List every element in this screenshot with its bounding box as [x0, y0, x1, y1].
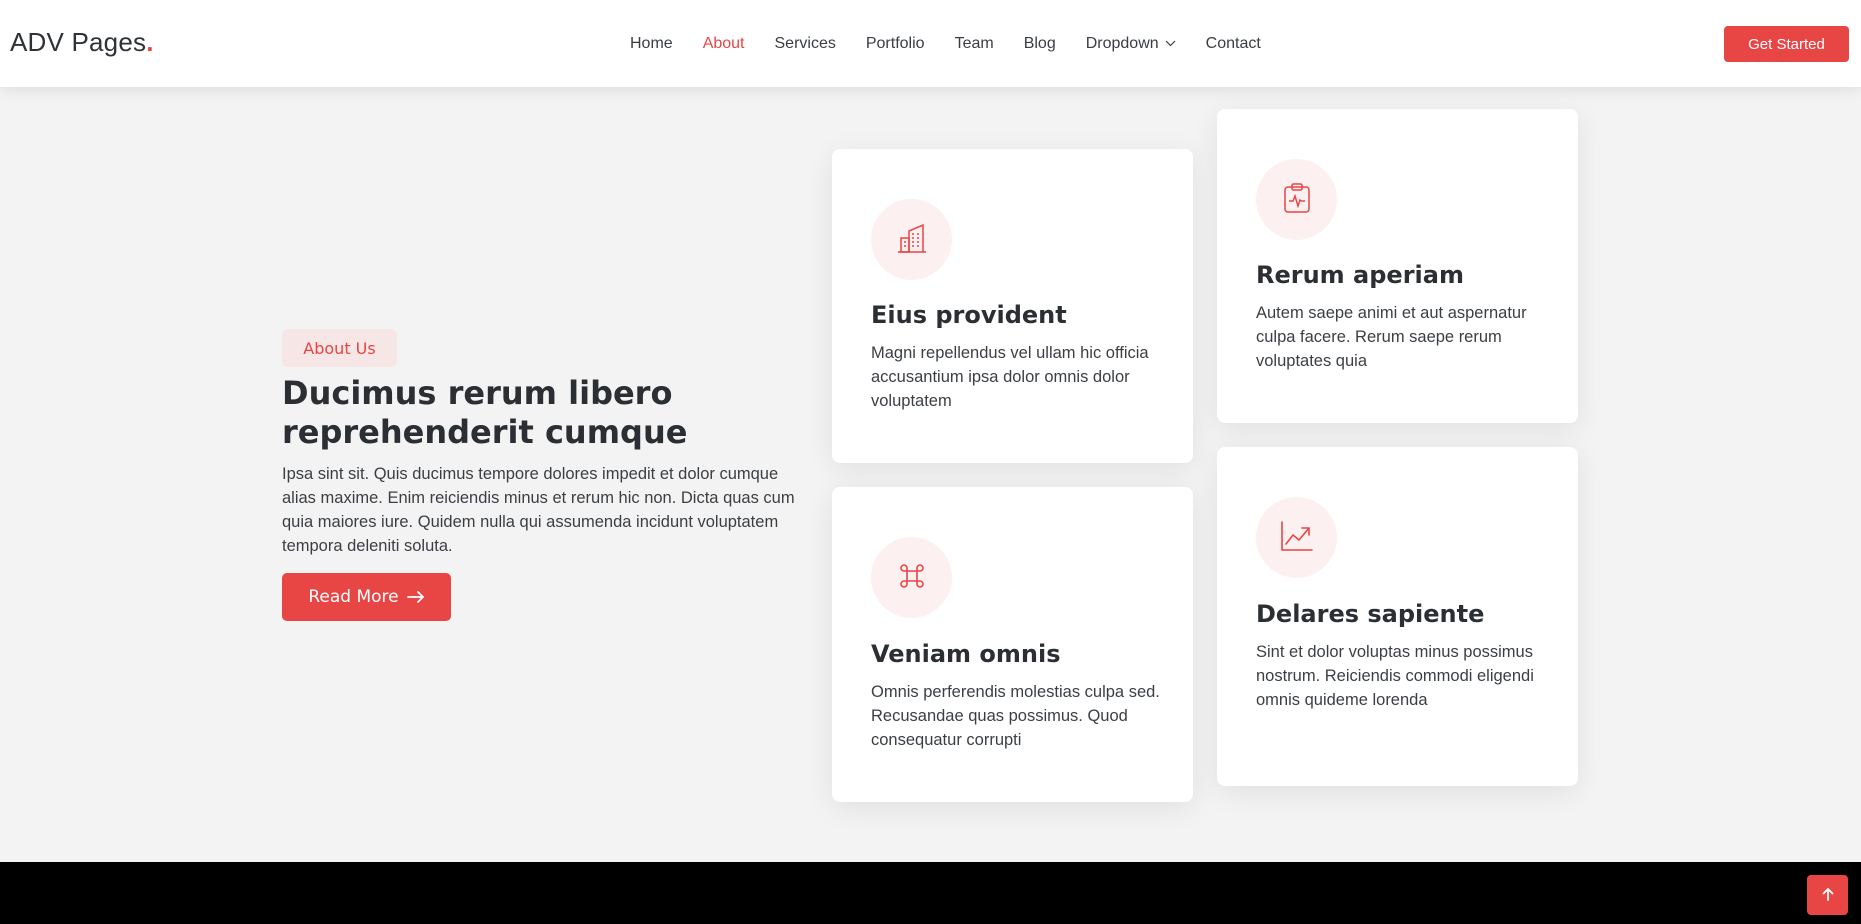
feature-card: Delares sapiente Sint et dolor voluptas … [1217, 447, 1578, 786]
read-more-button[interactable]: Read More [282, 573, 451, 621]
get-started-button[interactable]: Get Started [1724, 26, 1849, 62]
logo-dot: . [146, 27, 154, 57]
card-title: Eius provident [871, 301, 1067, 329]
card-text: Omnis perferendis molestias culpa sed. R… [871, 683, 1160, 749]
site-header: ADV Pages. Home About Services Portfolio… [0, 0, 1861, 87]
feature-card: Eius provident Magni repellendus vel ull… [832, 149, 1193, 463]
feature-card: Veniam omnis Omnis perferendis molestias… [832, 487, 1193, 802]
arrow-up-icon [1822, 887, 1834, 904]
read-more-label: Read More [308, 587, 399, 607]
nav-item-team[interactable]: Team [955, 35, 994, 53]
clipboard-pulse-icon [1282, 182, 1312, 218]
nav-item-services[interactable]: Services [775, 35, 836, 53]
arrow-right-icon [406, 591, 425, 603]
card-title: Veniam omnis [871, 640, 1061, 668]
nav-item-portfolio[interactable]: Portfolio [866, 35, 925, 53]
feature-card: Rerum aperiam Autem saepe animi et aut a… [1217, 109, 1578, 423]
nav-item-dropdown[interactable]: Dropdown [1086, 35, 1176, 53]
card-icon-circle [1256, 159, 1337, 240]
nav-item-contact[interactable]: Contact [1206, 35, 1261, 53]
command-icon [897, 561, 927, 595]
card-text: Magni repellendus vel ullam hic officia … [871, 344, 1149, 410]
logo-text: ADV Pages [10, 27, 147, 57]
card-icon-circle [871, 199, 952, 280]
card-title: Rerum aperiam [1256, 261, 1464, 289]
chevron-down-icon [1165, 40, 1176, 47]
nav-item-blog[interactable]: Blog [1024, 35, 1056, 53]
about-us-badge: About Us [282, 329, 397, 367]
card-icon-circle [871, 537, 952, 618]
graph-up-arrow-icon [1280, 520, 1314, 556]
nav-item-dropdown-label: Dropdown [1085, 34, 1159, 52]
footer [0, 862, 1861, 924]
main-nav: Home About Services Portfolio Team Blog … [630, 0, 1291, 87]
card-text: Sint et dolor voluptas minus possimus no… [1256, 643, 1534, 709]
nav-item-about[interactable]: About [703, 35, 745, 53]
buildings-icon [896, 222, 928, 258]
about-title: Ducimus rerum libero reprehenderit cumqu… [282, 374, 688, 451]
logo[interactable]: ADV Pages. [10, 27, 154, 58]
nav-item-home[interactable]: Home [630, 35, 673, 53]
card-title: Delares sapiente [1256, 600, 1485, 628]
card-icon-circle [1256, 497, 1337, 578]
card-text: Autem saepe animi et aut aspernatur culp… [1256, 304, 1527, 370]
scroll-to-top-button[interactable] [1807, 875, 1848, 915]
about-text: Ipsa sint sit. Quis ducimus tempore dolo… [282, 465, 795, 555]
